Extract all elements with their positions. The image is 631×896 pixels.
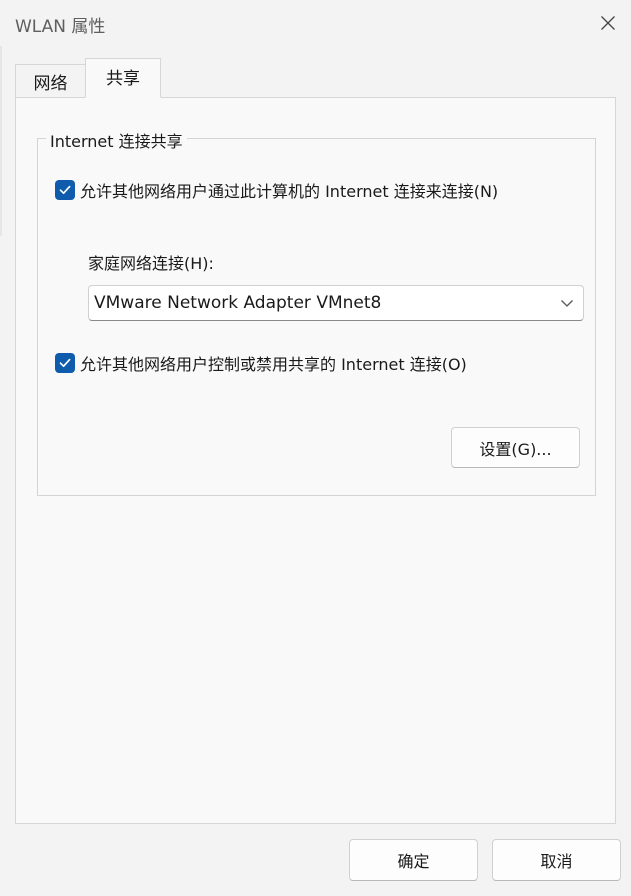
close-icon: [601, 16, 615, 30]
chevron-down-icon: [561, 300, 573, 307]
groupbox-legend: Internet 连接共享: [46, 128, 187, 152]
ok-button[interactable]: 确定: [349, 839, 478, 881]
home-network-select[interactable]: VMware Network Adapter VMnet8: [88, 285, 584, 321]
title-bar: WLAN 属性: [0, 0, 631, 46]
window-edge: [0, 46, 2, 236]
tab-network[interactable]: 网络: [15, 64, 86, 98]
allow-share-checkbox[interactable]: [55, 180, 75, 200]
tab-sharing[interactable]: 共享: [85, 58, 161, 98]
tab-network-label: 网络: [33, 74, 68, 94]
allow-control-label: 允许其他网络用户控制或禁用共享的 Internet 连接(O): [80, 355, 467, 374]
allow-share-option[interactable]: 允许其他网络用户通过此计算机的 Internet 连接来连接(N): [55, 178, 498, 202]
checkmark-icon: [59, 185, 71, 195]
allow-share-label: 允许其他网络用户通过此计算机的 Internet 连接来连接(N): [80, 182, 499, 201]
close-button[interactable]: [585, 0, 631, 46]
tab-sharing-label: 共享: [106, 68, 140, 89]
home-network-label: 家庭网络连接(H):: [88, 254, 214, 273]
settings-button[interactable]: 设置(G)...: [451, 427, 580, 468]
allow-control-checkbox[interactable]: [55, 353, 75, 373]
allow-control-option[interactable]: 允许其他网络用户控制或禁用共享的 Internet 连接(O): [55, 351, 467, 375]
cancel-button[interactable]: 取消: [492, 839, 621, 881]
properties-dialog: WLAN 属性 网络 共享 Internet 连接共享 允许其他网络用户通过此计…: [0, 0, 631, 896]
window-title: WLAN 属性: [15, 17, 106, 37]
checkmark-icon: [59, 358, 71, 368]
home-network-value: VMware Network Adapter VMnet8: [94, 293, 382, 313]
